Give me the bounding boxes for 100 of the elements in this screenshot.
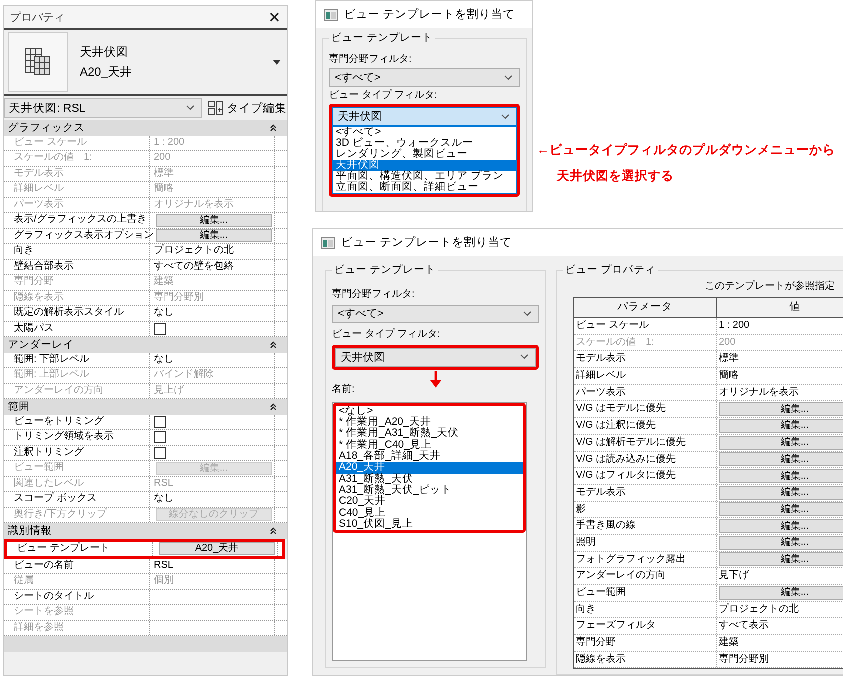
filter-label: 専門分野フィルタ:	[332, 289, 415, 301]
group-label: ビュー テンプレート	[332, 263, 438, 277]
template-list[interactable]: <なし> * 作業用_A20_天井 * 作業用_A31_断熱_天伏 * 作業用_C40_見上 A18_各部_詳細_天井 A20_天井 A31_断熱_天伏 A31_断熱_天伏_ピット C20_天井 C40_見上 S10_伏図_見上	[332, 402, 527, 661]
dropdown[interactable]: <すべて>	[329, 68, 520, 87]
ceiling-plan-icon	[25, 48, 51, 76]
property-label: 専門分野	[4, 275, 150, 290]
type-name: 天井伏図	[80, 44, 129, 60]
collapse-icon	[270, 402, 277, 411]
table-cell: V/G は解析モデルに優先	[574, 434, 717, 450]
collapse-icon	[270, 526, 277, 535]
dropdown[interactable]: <すべて>	[332, 305, 539, 323]
table-cell: オリジナルを表示	[717, 384, 843, 400]
dropdown-option[interactable]: 平面図、構造伏図、エリア プラン	[333, 171, 516, 182]
table-cell: 200	[717, 334, 843, 350]
property-label: スケールの値 1:	[4, 151, 150, 166]
edit-button[interactable]: 編集...	[719, 502, 843, 516]
collapse-icon	[270, 124, 277, 132]
property-label: 表示/グラフィックスの上書き	[4, 213, 150, 228]
property-label: 範囲: 上部レベル	[4, 368, 150, 382]
table-cell: V/G は注釈に優先	[574, 418, 717, 434]
edit-button[interactable]: 編集...	[719, 469, 843, 484]
edit-button[interactable]: 編集...	[719, 536, 843, 550]
property-label: ビューの名前	[4, 558, 150, 573]
dropdown-option[interactable]: 3D ビュー、ウォークスルー	[333, 138, 516, 149]
type-edit-icon	[208, 100, 224, 116]
list-item[interactable]: S10_伏図_見上	[336, 518, 523, 530]
table-cell: アンダーレイの方向	[574, 568, 717, 584]
edit-button[interactable]: 編集...	[719, 452, 843, 466]
column-header[interactable]: 値	[717, 298, 843, 317]
list-item[interactable]: A18_各部_詳細_天井	[336, 451, 523, 462]
table-cell: パーツ表示	[574, 384, 717, 400]
checkbox[interactable]	[154, 322, 166, 335]
caret-icon	[273, 60, 281, 64]
column-header[interactable]: パラメータ	[574, 298, 717, 317]
edit-button[interactable]: 編集...	[719, 418, 843, 433]
table-cell: V/G はフィルタに優先	[574, 468, 717, 484]
list-item[interactable]: * 作業用_C40_見上	[336, 440, 523, 452]
table-cell: 影	[574, 502, 717, 518]
edit-button[interactable]: 編集...	[719, 486, 843, 500]
checkbox[interactable]	[154, 431, 166, 444]
list-item[interactable]: A31_断熱_天伏_ピット	[336, 484, 523, 496]
property-label: 奥行き/下方クリップ	[4, 508, 150, 522]
list-item[interactable]: * 作業用_A31_断熱_天伏	[336, 428, 523, 440]
section-header[interactable]: グラフィックス	[4, 120, 287, 136]
table-cell: 簡略	[717, 368, 843, 384]
list-item[interactable]: A31_断熱_天伏	[336, 474, 523, 485]
table-cell: フォトグラフィック露出	[574, 552, 717, 568]
filter-label: ビュー タイプ フィルタ:	[329, 90, 438, 102]
chevron-icon	[504, 74, 513, 80]
type-edit-button[interactable]: タイプ編集	[208, 100, 287, 116]
table-cell: V/G は読み込みに優先	[574, 452, 717, 468]
property-label: シートを参照	[4, 605, 150, 620]
property-label: 太陽パス	[4, 322, 150, 336]
edit-button[interactable]: A20_天井	[159, 542, 275, 555]
list-item[interactable]: C20_天井	[336, 496, 523, 508]
dropdown-option[interactable]: 天井伏図	[333, 160, 516, 171]
list-item[interactable]: C40_見上	[336, 508, 523, 519]
section-header[interactable]: 識別情報	[4, 523, 287, 538]
list-item[interactable]: A20_天井	[336, 462, 523, 474]
type-selector-panel[interactable]: 天井伏図 A20_天井	[4, 30, 287, 96]
section-title: 識別情報	[8, 524, 52, 538]
panel-title: プロパティ	[10, 10, 65, 24]
checkbox[interactable]	[154, 446, 166, 459]
edit-button[interactable]: 編集...	[156, 229, 272, 242]
table-cell: 1 : 200	[717, 318, 843, 334]
note-text: このテンプレートが参照指定	[705, 280, 835, 293]
dropdown[interactable]: 天井伏図	[335, 348, 536, 367]
dropdown-option[interactable]: 立面図、断面図、詳細ビュー	[333, 182, 516, 193]
edit-button[interactable]: 編集...	[719, 519, 843, 534]
list-item[interactable]: <なし>	[336, 406, 523, 418]
edit-button[interactable]: 編集...	[719, 552, 843, 566]
property-label: 詳細を参照	[4, 620, 150, 635]
list-item[interactable]: * 作業用_A20_天井	[336, 417, 523, 428]
table-cell: 向き	[574, 602, 717, 618]
edit-button[interactable]: 編集...	[156, 214, 272, 227]
table-cell: プロジェクトの北	[717, 602, 843, 618]
table-cell: 詳細レベル	[574, 368, 717, 384]
property-label: 隠線を表示	[4, 290, 150, 305]
table-cell: 専門分野別	[717, 652, 843, 668]
group-label: ビュー プロパティ	[563, 263, 658, 277]
section-header[interactable]: 範囲	[4, 399, 287, 414]
edit-button[interactable]: 編集...	[719, 402, 843, 416]
dropdown[interactable]: 天井伏図	[332, 107, 517, 126]
filter-label: ビュー タイプ フィルタ:	[332, 328, 440, 341]
edit-button[interactable]: 編集...	[719, 436, 843, 450]
callout-text: ←ビュータイプフィルタのプルダウンメニューから	[537, 142, 836, 159]
dropdown-option[interactable]: レンダリング、製図ビュー	[333, 149, 516, 160]
list-label: 名前:	[332, 384, 355, 396]
close-button[interactable]: ×	[266, 8, 283, 26]
dropdown-option[interactable]: <すべて>	[333, 127, 516, 138]
chevron-icon	[501, 114, 510, 120]
property-label: パーツ表示	[4, 198, 150, 212]
table-cell: V/G はモデルに優先	[574, 401, 717, 418]
collapse-icon	[270, 340, 277, 349]
edit-button[interactable]: 編集...	[719, 586, 843, 600]
group-label: ビュー テンプレート	[329, 31, 435, 45]
section-header[interactable]: アンダーレイ	[4, 337, 287, 352]
checkbox[interactable]	[154, 416, 166, 428]
property-label: ビューをトリミング	[4, 414, 150, 429]
type-dropdown[interactable]: 天井伏図: RSL	[4, 98, 202, 118]
